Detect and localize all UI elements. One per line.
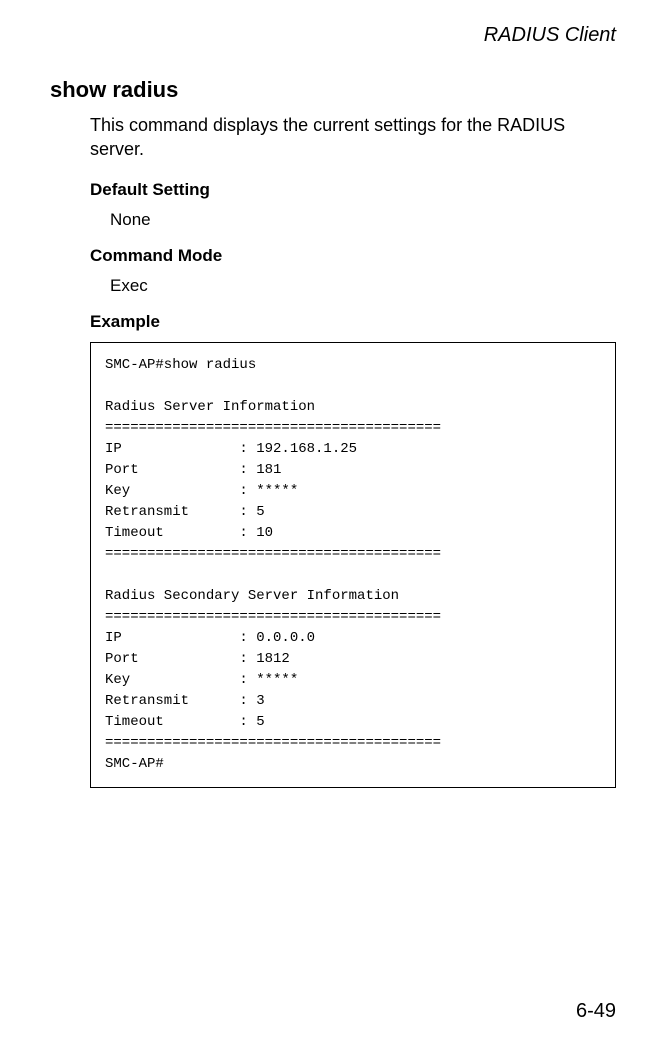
- command-title: show radius: [50, 77, 616, 103]
- command-mode-value: Exec: [110, 276, 616, 296]
- default-setting-value: None: [110, 210, 616, 230]
- command-mode-label: Command Mode: [90, 246, 616, 266]
- default-setting-label: Default Setting: [90, 180, 616, 200]
- command-description: This command displays the current settin…: [90, 113, 616, 162]
- page-number: 6-49: [576, 1000, 616, 1023]
- header-context: RADIUS Client: [50, 24, 616, 47]
- example-label: Example: [90, 312, 616, 332]
- example-output: SMC-AP#show radius Radius Server Informa…: [90, 342, 616, 788]
